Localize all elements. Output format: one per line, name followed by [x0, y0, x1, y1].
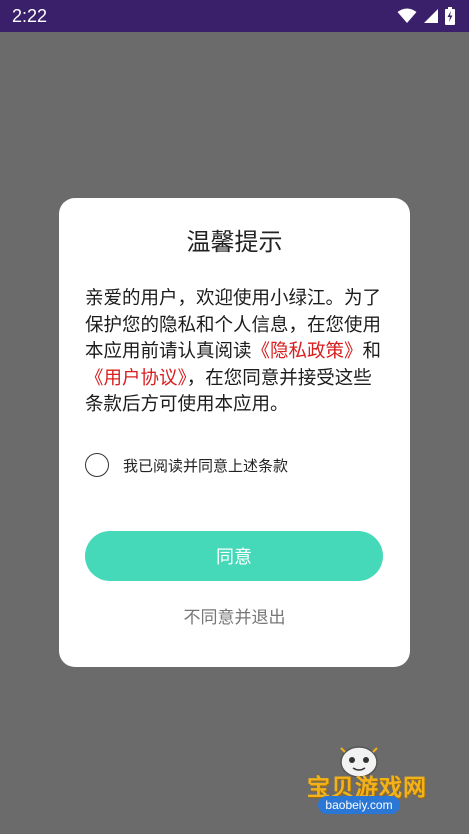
watermark: 宝贝游戏网 baobeiy.com: [292, 740, 442, 830]
watermark-url: baobeiy.com: [318, 796, 400, 814]
status-icons: [397, 7, 455, 25]
agree-terms-checkbox[interactable]: [85, 453, 109, 477]
agree-terms-row[interactable]: 我已阅读并同意上述条款: [85, 450, 288, 480]
agree-button[interactable]: 同意: [85, 531, 383, 581]
battery-charging-icon: [445, 7, 455, 25]
status-bar: 2:22: [0, 0, 469, 32]
agree-terms-label[interactable]: 我已阅读并同意上述条款: [123, 455, 288, 476]
privacy-dialog: 温馨提示 亲爱的用户，欢迎使用小绿江。为了保护您的隐私和个人信息，在您使用本应用…: [59, 198, 410, 667]
app-screen: 2:22 温馨提示 亲爱的用户，欢迎使用小绿江。为了保护您的隐私和个人信息，在您…: [0, 0, 469, 834]
dialog-conjunction-text: 和: [362, 341, 382, 362]
signal-icon: [423, 8, 439, 24]
decline-and-exit-link[interactable]: 不同意并退出: [59, 603, 410, 628]
user-agreement-link[interactable]: 《用户协议》: [85, 368, 187, 389]
privacy-policy-link[interactable]: 《隐私政策》: [252, 341, 363, 362]
dialog-title: 温馨提示: [186, 228, 283, 256]
wifi-icon: [397, 8, 417, 24]
status-time: 2:22: [12, 5, 48, 26]
dialog-body: 亲爱的用户，欢迎使用小绿江。为了保护您的隐私和个人信息，在您使用本应用前请认真阅…: [85, 286, 385, 419]
